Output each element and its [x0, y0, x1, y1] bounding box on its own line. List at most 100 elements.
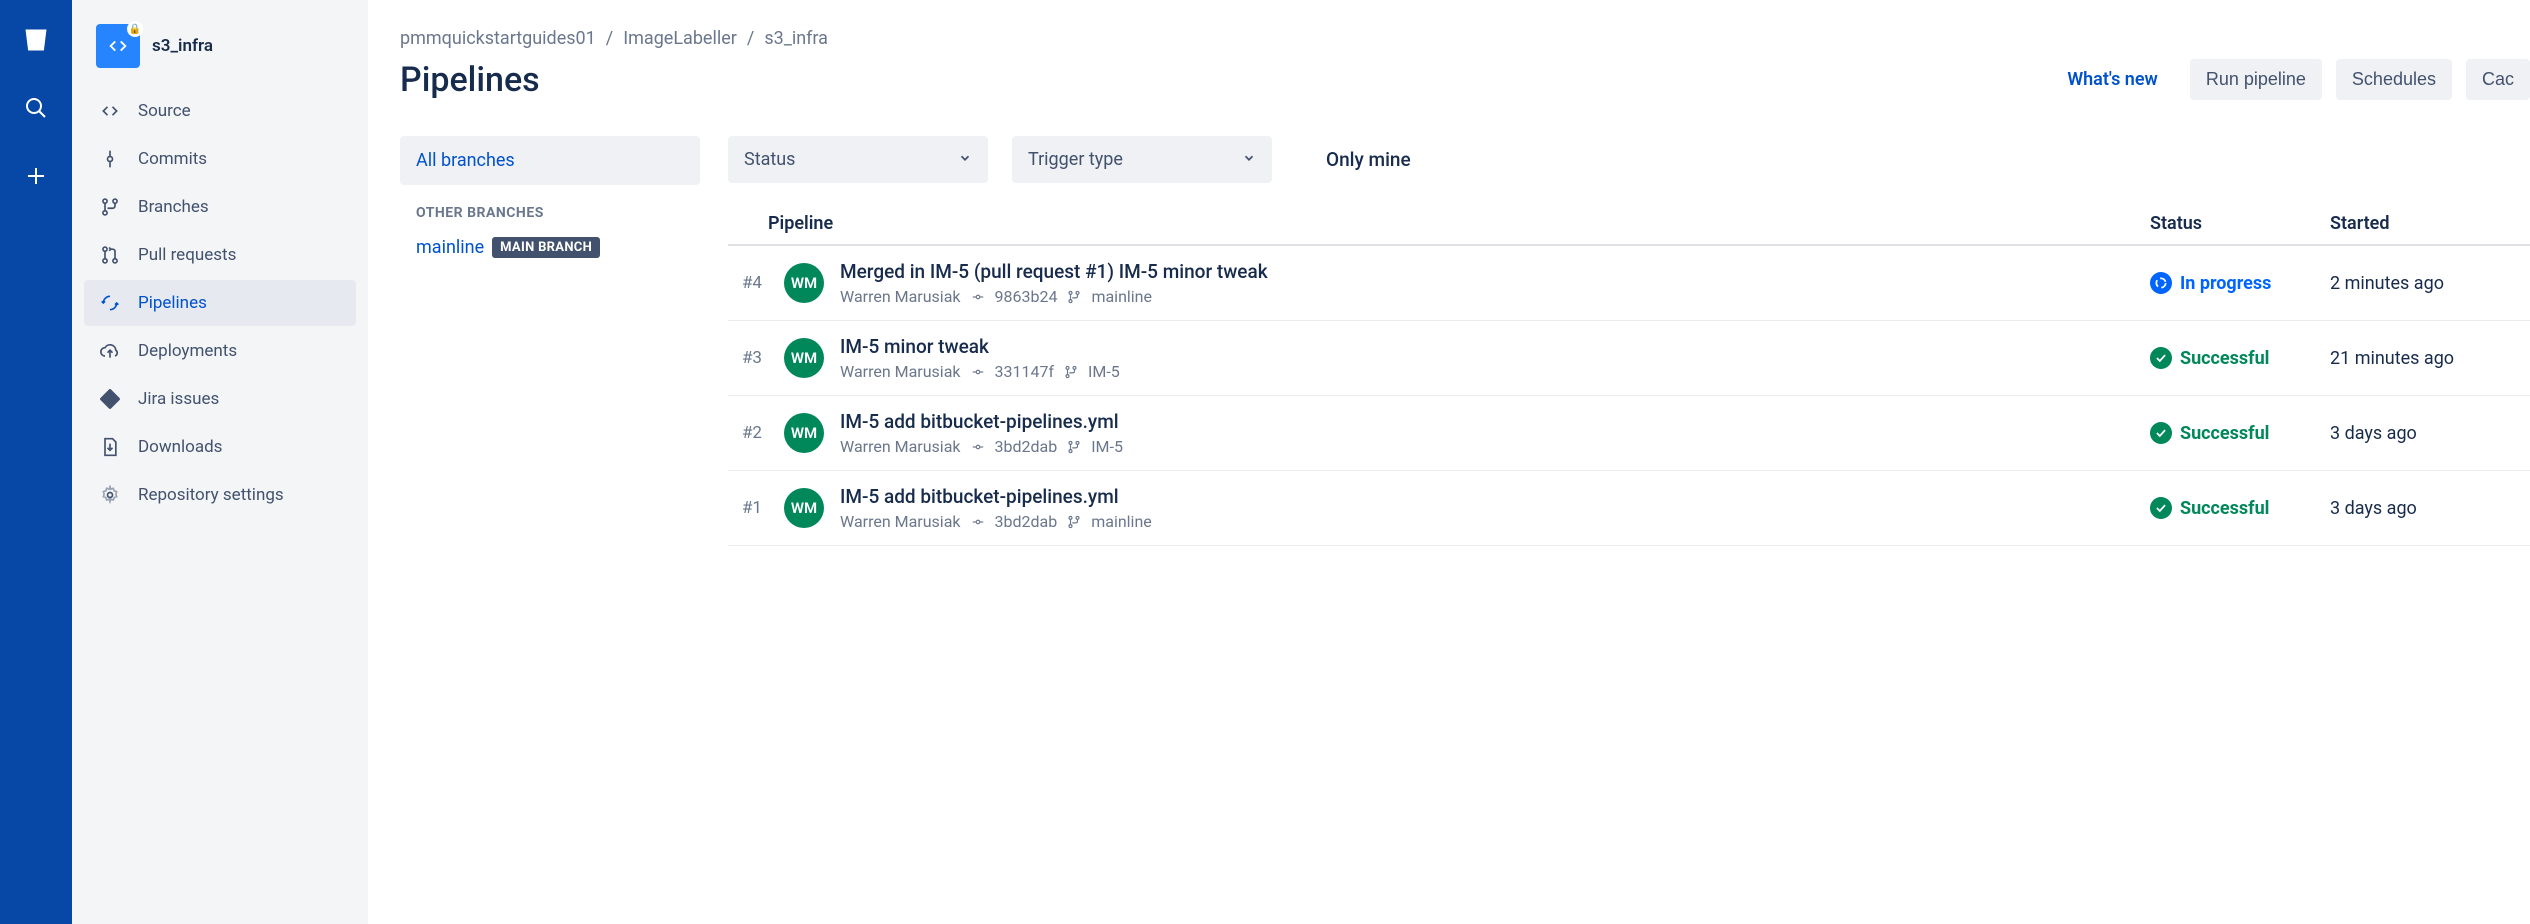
pipeline-author: Warren Marusiak: [840, 437, 961, 456]
all-branches-filter[interactable]: All branches: [400, 136, 700, 185]
repo-name: s3_infra: [152, 36, 213, 56]
pipeline-list-area: Status Trigger type Only mine Pipeline S…: [728, 136, 2530, 546]
repo-sidebar: 🔒 s3_infra Source Commits Branches Pull …: [72, 0, 368, 924]
breadcrumb-item[interactable]: pmmquickstartguides01: [400, 28, 596, 49]
breadcrumb-item[interactable]: s3_infra: [764, 28, 828, 49]
main-content: pmmquickstartguides01 / ImageLabeller / …: [368, 0, 2530, 924]
breadcrumb-item[interactable]: ImageLabeller: [623, 28, 737, 49]
breadcrumb: pmmquickstartguides01 / ImageLabeller / …: [400, 28, 2530, 49]
commit-hash[interactable]: 3bd2dab: [995, 512, 1058, 531]
repo-avatar-icon: 🔒: [96, 24, 140, 68]
run-pipeline-button[interactable]: Run pipeline: [2190, 59, 2322, 100]
author-avatar: WM: [784, 338, 824, 378]
pipeline-table-header: Pipeline Status Started: [728, 213, 2530, 246]
pull-request-icon: [98, 243, 122, 267]
pipeline-commit-title[interactable]: Merged in IM-5 (pull request #1) IM-5 mi…: [840, 260, 2150, 283]
branch-item[interactable]: mainline MAIN BRANCH: [400, 231, 700, 264]
commit-hash-icon: [971, 290, 985, 304]
started-time: 21 minutes ago: [2330, 348, 2530, 369]
pipeline-commit-title[interactable]: IM-5 minor tweak: [840, 335, 2150, 358]
repo-header[interactable]: 🔒 s3_infra: [84, 24, 356, 88]
page-title: Pipelines: [400, 60, 540, 100]
caches-button[interactable]: Cac: [2466, 59, 2530, 100]
sidebar-item-deployments[interactable]: Deployments: [84, 328, 356, 374]
code-icon: [98, 99, 122, 123]
schedules-button[interactable]: Schedules: [2336, 59, 2452, 100]
status-success-icon: [2150, 422, 2172, 444]
lock-icon: 🔒: [127, 21, 143, 37]
only-mine-toggle[interactable]: Only mine: [1326, 148, 1411, 171]
sidebar-item-label: Pull requests: [138, 245, 236, 265]
commit-hash[interactable]: 3bd2dab: [995, 437, 1058, 456]
status-text: Successful: [2180, 423, 2269, 444]
commit-hash[interactable]: 331147f: [995, 362, 1055, 381]
gear-icon: [98, 483, 122, 507]
branch-small-icon: [1067, 440, 1081, 454]
run-number: #4: [728, 273, 768, 293]
pipeline-commit-title[interactable]: IM-5 add bitbucket-pipelines.yml: [840, 485, 2150, 508]
trigger-filter-label: Trigger type: [1028, 149, 1123, 170]
sidebar-item-label: Source: [138, 101, 191, 121]
sidebar-item-pull-requests[interactable]: Pull requests: [84, 232, 356, 278]
commit-icon: [98, 147, 122, 171]
pipeline-author: Warren Marusiak: [840, 362, 961, 381]
started-time: 3 days ago: [2330, 498, 2530, 519]
download-icon: [98, 435, 122, 459]
started-time: 3 days ago: [2330, 423, 2530, 444]
whats-new-link[interactable]: What's new: [2067, 69, 2158, 90]
branch-small-icon: [1064, 365, 1078, 379]
global-nav-rail: [0, 0, 72, 924]
sidebar-item-source[interactable]: Source: [84, 88, 356, 134]
author-avatar: WM: [784, 488, 824, 528]
pipeline-branch[interactable]: mainline: [1091, 287, 1152, 306]
pipeline-row[interactable]: #3 WM IM-5 minor tweak Warren Marusiak 33114…: [728, 321, 2530, 396]
branch-section-label: OTHER BRANCHES: [400, 185, 700, 231]
pipeline-commit-title[interactable]: IM-5 add bitbucket-pipelines.yml: [840, 410, 2150, 433]
header-pipeline: Pipeline: [768, 213, 2150, 234]
pipeline-branch[interactable]: IM-5: [1091, 437, 1123, 456]
trigger-filter-select[interactable]: Trigger type: [1012, 136, 1272, 183]
branch-small-icon: [1067, 515, 1081, 529]
sidebar-item-label: Commits: [138, 149, 207, 169]
commit-hash-icon: [971, 365, 985, 379]
status-text: In progress: [2180, 273, 2271, 294]
sidebar-item-pipelines[interactable]: Pipelines: [84, 280, 356, 326]
pipeline-author: Warren Marusiak: [840, 512, 961, 531]
sidebar-item-label: Downloads: [138, 437, 222, 457]
commit-hash[interactable]: 9863b24: [995, 287, 1058, 306]
breadcrumb-separator: /: [606, 28, 613, 49]
chevron-down-icon: [958, 149, 972, 170]
commit-hash-icon: [971, 440, 985, 454]
sidebar-item-jira[interactable]: Jira issues: [84, 376, 356, 422]
sidebar-item-commits[interactable]: Commits: [84, 136, 356, 182]
sidebar-item-label: Deployments: [138, 341, 237, 361]
branch-icon: [98, 195, 122, 219]
bitbucket-logo-icon[interactable]: [16, 20, 56, 60]
sidebar-item-branches[interactable]: Branches: [84, 184, 356, 230]
pipeline-author: Warren Marusiak: [840, 287, 961, 306]
pipeline-branch[interactable]: mainline: [1091, 512, 1152, 531]
run-number: #2: [728, 423, 768, 443]
pipeline-row[interactable]: #2 WM IM-5 add bitbucket-pipelines.yml Warr…: [728, 396, 2530, 471]
status-filter-label: Status: [744, 149, 795, 170]
author-avatar: WM: [784, 413, 824, 453]
sidebar-item-label: Pipelines: [138, 293, 207, 313]
branch-small-icon: [1067, 290, 1081, 304]
sidebar-item-downloads[interactable]: Downloads: [84, 424, 356, 470]
status-progress-icon: [2150, 272, 2172, 294]
sidebar-item-label: Jira issues: [138, 389, 219, 409]
status-filter-select[interactable]: Status: [728, 136, 988, 183]
search-icon[interactable]: [16, 88, 56, 128]
header-status: Status: [2150, 213, 2330, 234]
status-success-icon: [2150, 347, 2172, 369]
author-avatar: WM: [784, 263, 824, 303]
pipeline-row[interactable]: #1WMIM-5 add bitbucket-pipelines.ymlWarr…: [728, 471, 2530, 546]
pipeline-row[interactable]: #4 WM Merged in IM-5 (pull request #1) IM-…: [728, 246, 2530, 321]
pipelines-icon: [98, 291, 122, 315]
status-text: Successful: [2180, 498, 2269, 519]
status-text: Successful: [2180, 348, 2269, 369]
pipeline-branch[interactable]: IM-5: [1088, 362, 1120, 381]
sidebar-item-settings[interactable]: Repository settings: [84, 472, 356, 518]
run-number: #3: [728, 348, 768, 368]
create-icon[interactable]: [16, 156, 56, 196]
